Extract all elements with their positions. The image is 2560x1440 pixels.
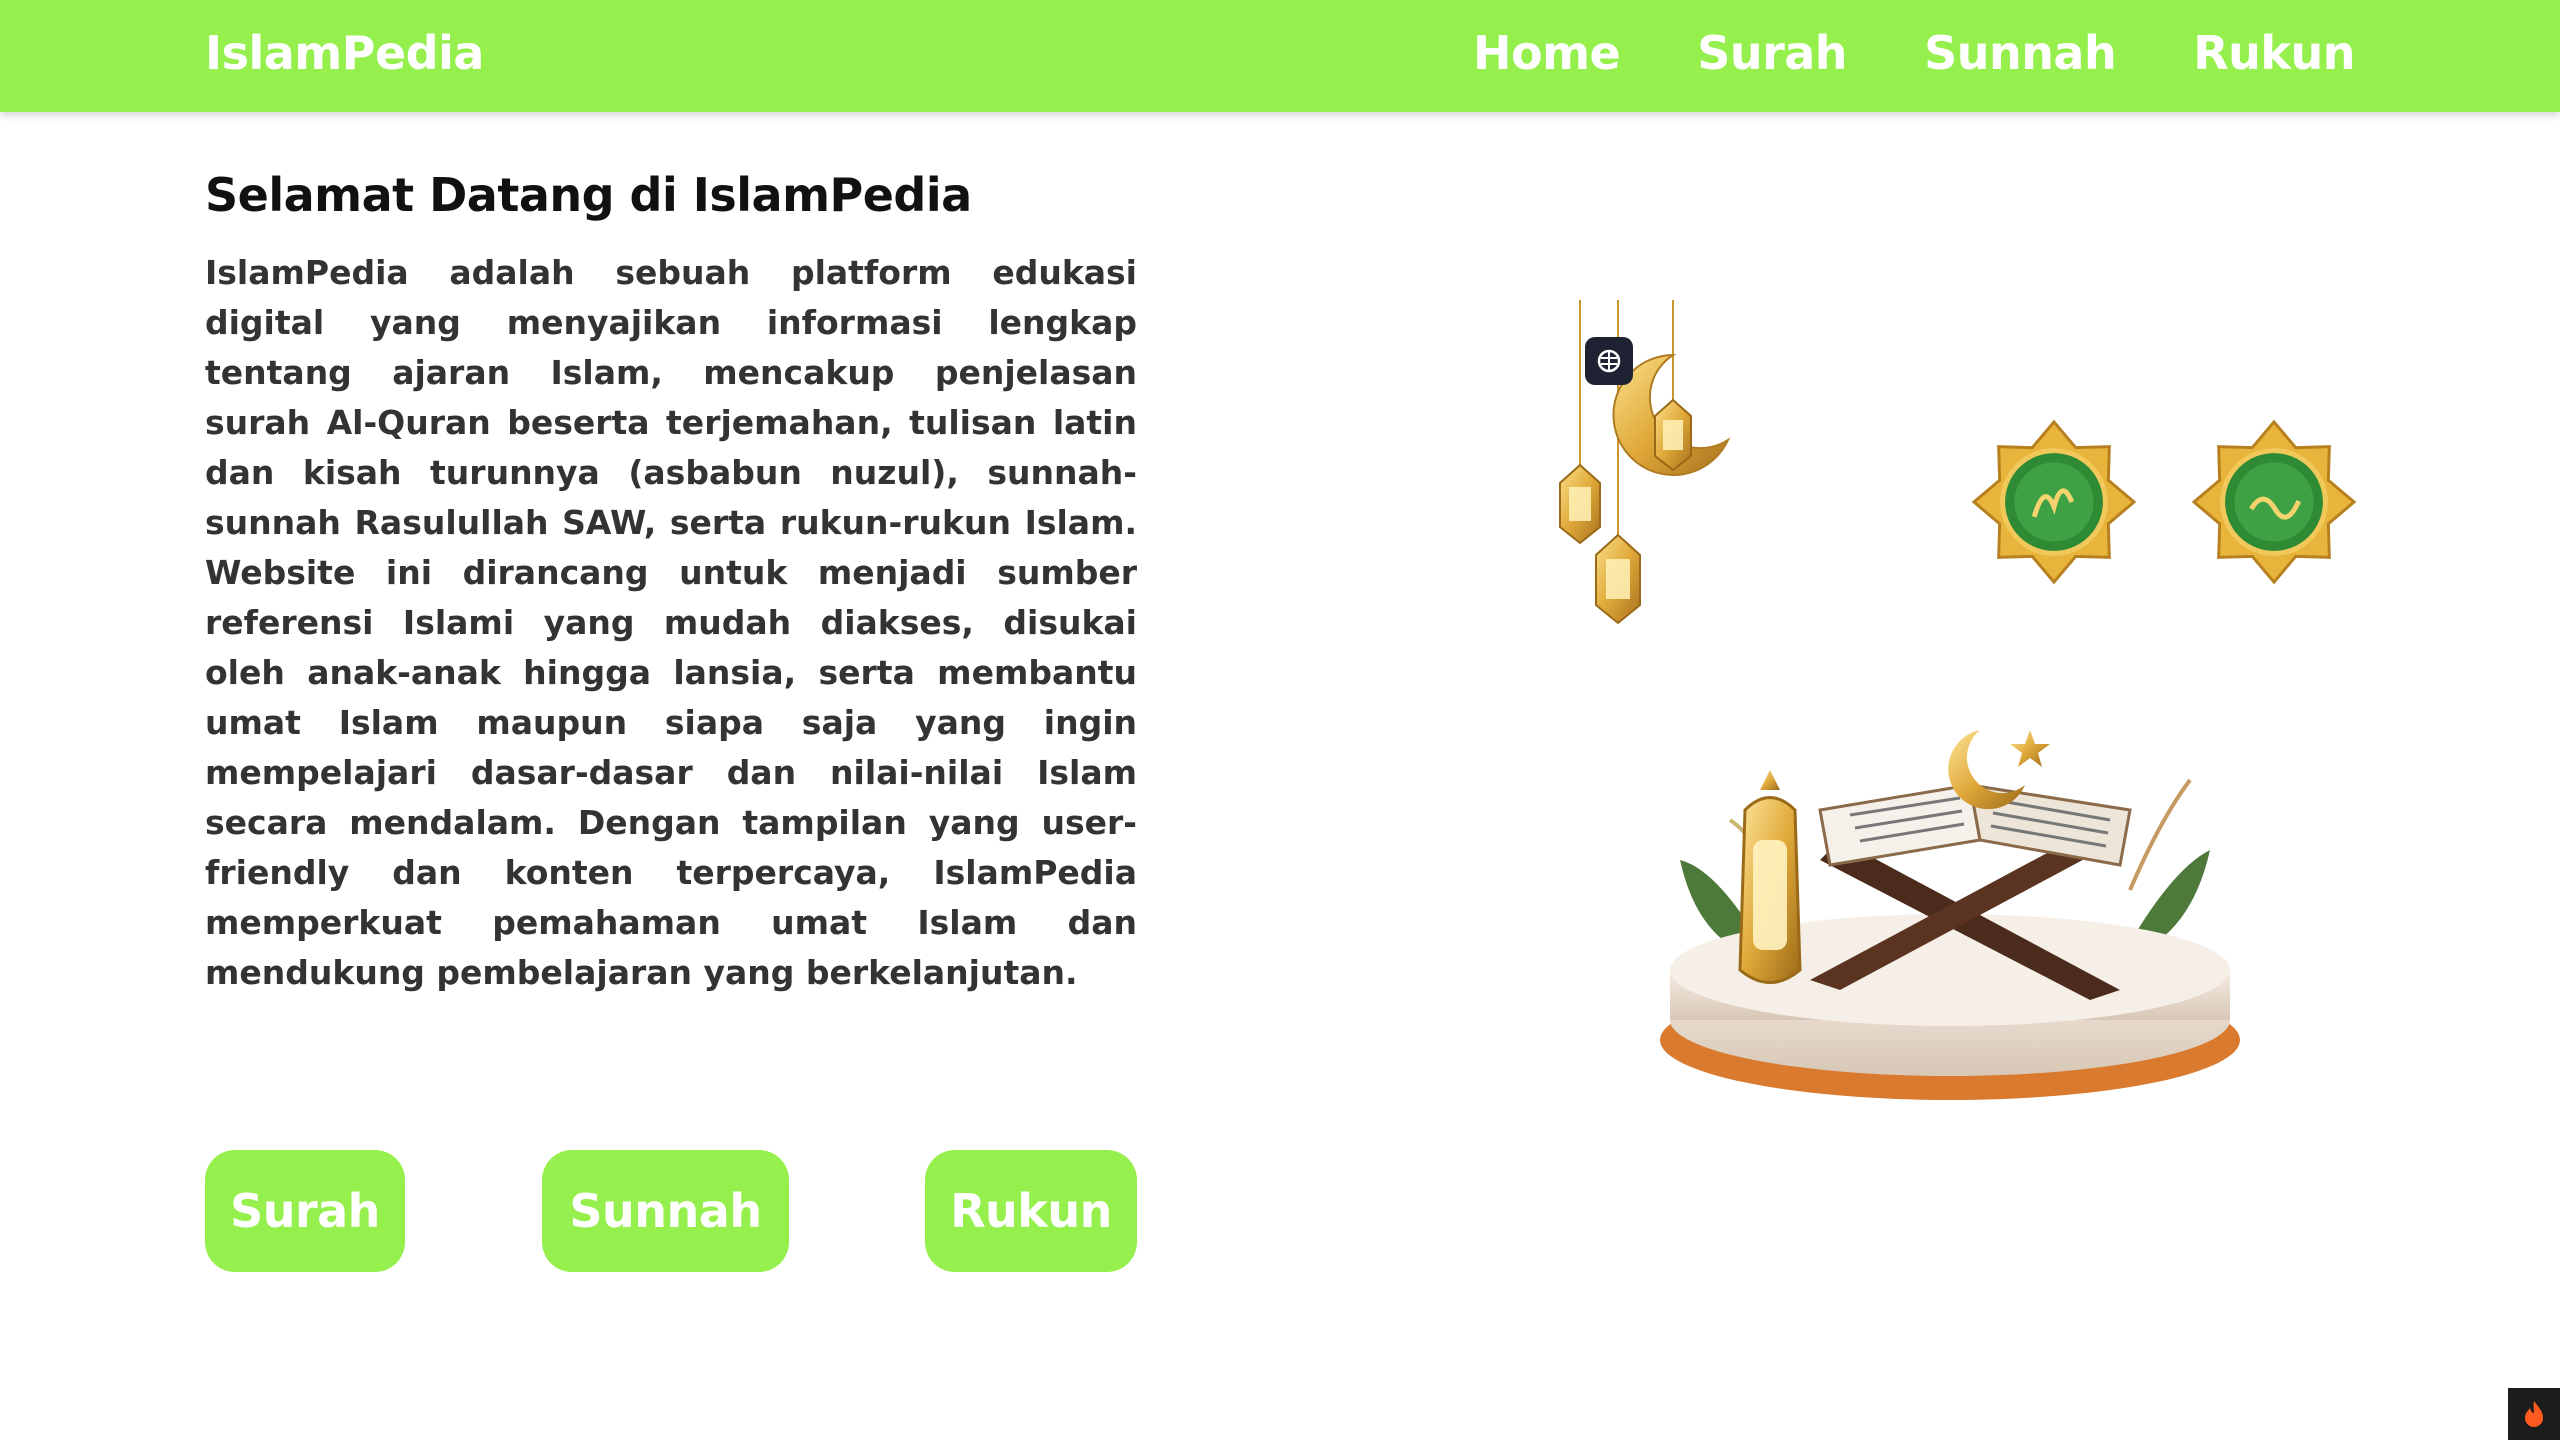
flame-icon[interactable] bbox=[2508, 1388, 2560, 1440]
allah-calligraphy-badge bbox=[1971, 419, 2137, 585]
muhammad-calligraphy-badge bbox=[2191, 419, 2357, 585]
quran-stand-illustration bbox=[1660, 730, 2240, 1100]
intro-paragraph: IslamPedia adalah sebuah platform edukas… bbox=[205, 253, 1137, 992]
nav-surah-link[interactable]: Surah bbox=[1697, 26, 1847, 80]
nav-sunnah-link[interactable]: Sunnah bbox=[1924, 26, 2117, 80]
nav-home-link[interactable]: Home bbox=[1473, 26, 1621, 80]
nav-menu: Home Surah Sunnah Rukun bbox=[1473, 26, 2356, 80]
extension-icon[interactable] bbox=[1585, 337, 1633, 385]
rukun-button[interactable]: Rukun bbox=[925, 1150, 1137, 1272]
top-navbar: IslamPedia Home Surah Sunnah Rukun bbox=[0, 0, 2560, 112]
sunnah-button[interactable]: Sunnah bbox=[542, 1150, 789, 1272]
surah-button[interactable]: Surah bbox=[205, 1150, 405, 1272]
brand-logo[interactable]: IslamPedia bbox=[205, 26, 484, 80]
nav-rukun-link[interactable]: Rukun bbox=[2193, 26, 2355, 80]
hanging-lanterns-illustration bbox=[1559, 300, 1731, 625]
welcome-heading: Selamat Datang di IslamPedia bbox=[205, 168, 972, 222]
